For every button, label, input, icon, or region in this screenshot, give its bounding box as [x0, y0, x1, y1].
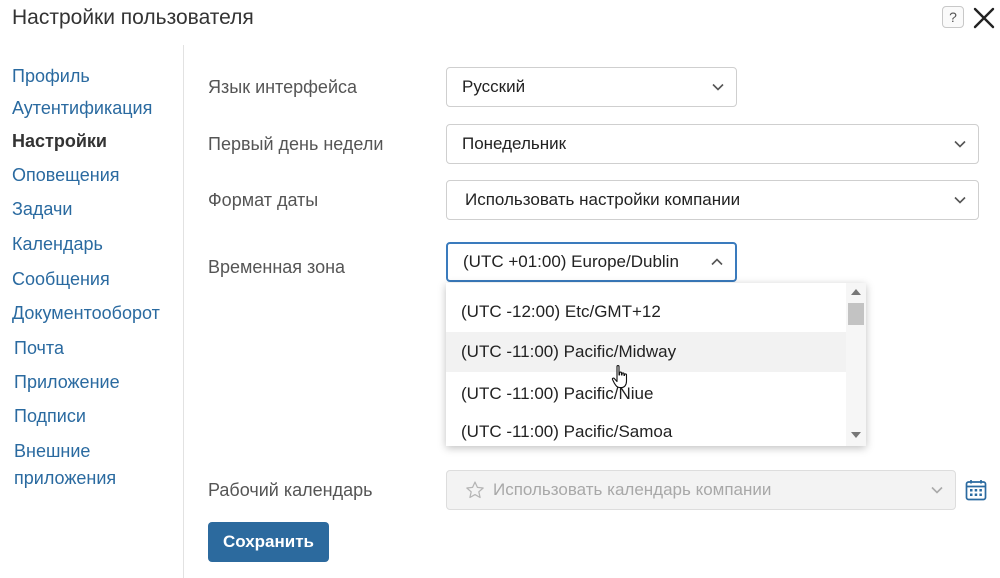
sidebar-item-messages[interactable]: Сообщения [12, 267, 110, 291]
work-calendar-select: Использовать календарь компании [446, 470, 956, 510]
first-day-value: Понедельник [462, 134, 567, 153]
date-format-value: Использовать настройки компании [465, 190, 741, 209]
scroll-thumb[interactable] [848, 303, 864, 325]
timezone-option[interactable]: (UTC -11:00) Pacific/Niue [446, 374, 846, 414]
sidebar-item-signatures[interactable]: Подписи [14, 404, 86, 428]
chevron-down-icon [954, 140, 966, 148]
timezone-value: (UTC +01:00) Europe/Dublin [463, 252, 679, 271]
hand-cursor-icon [611, 365, 628, 389]
calendar-button[interactable] [964, 478, 988, 502]
timezone-option[interactable]: (UTC -12:00) Etc/GMT+12 [446, 292, 846, 332]
help-button[interactable]: ? [942, 6, 964, 28]
language-label: Язык интерфейса [208, 77, 358, 97]
work-calendar-label: Рабочий календарь [208, 480, 373, 500]
close-button[interactable] [972, 6, 996, 30]
timezone-option[interactable]: (UTC -11:00) Pacific/Samoa [446, 412, 846, 446]
close-icon [973, 7, 995, 29]
dropdown-scrollbar[interactable] [846, 283, 866, 446]
sidebar-item-external-apps-line2[interactable]: приложения [14, 466, 116, 490]
timezone-option-hovered[interactable]: (UTC -11:00) Pacific/Midway [446, 332, 846, 372]
timezone-dropdown: (UTC -12:00) Etc/GMT+12 (UTC -11:00) Pac… [446, 283, 866, 446]
chevron-down-icon [712, 83, 724, 91]
timezone-select[interactable]: (UTC +01:00) Europe/Dublin [446, 242, 737, 282]
sidebar-item-mail[interactable]: Почта [14, 336, 64, 360]
sidebar-item-settings[interactable]: Настройки [12, 129, 107, 153]
scroll-up-arrow-icon[interactable] [851, 288, 861, 296]
chevron-up-icon [711, 258, 723, 266]
dialog-title: Настройки пользователя [12, 6, 254, 29]
chevron-down-icon [954, 196, 966, 204]
sidebar-item-notifications[interactable]: Оповещения [12, 163, 120, 187]
sidebar-item-external-apps-line1[interactable]: Внешние [14, 439, 90, 463]
timezone-label: Временная зона [208, 257, 346, 277]
date-format-select[interactable]: Использовать настройки компании [446, 180, 979, 220]
sidebar-item-authentication[interactable]: Аутентификация [12, 96, 152, 120]
language-value: Русский [462, 77, 526, 96]
work-calendar-placeholder: Использовать календарь компании [493, 480, 772, 499]
calendar-icon [965, 480, 987, 501]
star-icon [466, 481, 484, 499]
chevron-down-icon [931, 486, 943, 494]
save-button[interactable]: Сохранить [208, 522, 329, 562]
sidebar-item-tasks[interactable]: Задачи [12, 197, 72, 221]
scroll-down-arrow-icon[interactable] [851, 431, 861, 439]
help-icon: ? [949, 9, 957, 25]
sidebar-item-document-flow[interactable]: Документооборот [12, 301, 160, 325]
sidebar-divider [183, 45, 184, 578]
first-day-label: Первый день недели [208, 134, 384, 154]
language-select[interactable]: Русский [446, 67, 737, 107]
sidebar-item-profile[interactable]: Профиль [12, 64, 90, 88]
first-day-select[interactable]: Понедельник [446, 124, 979, 164]
date-format-label: Формат даты [208, 190, 319, 210]
sidebar-item-application[interactable]: Приложение [14, 370, 120, 394]
sidebar-item-calendar[interactable]: Календарь [12, 232, 103, 256]
